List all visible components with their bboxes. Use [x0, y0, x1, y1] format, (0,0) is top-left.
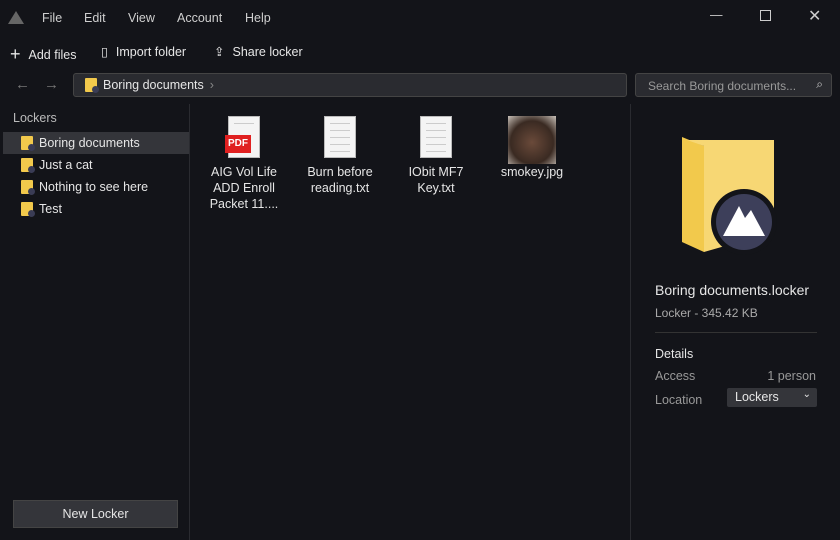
sidebar: Lockers Boring documents Just a cat Noth… — [0, 104, 190, 540]
search-icon: ⌕ — [816, 77, 823, 91]
share-icon: ⇪ — [214, 45, 225, 59]
pdf-file-icon: PDF — [225, 116, 260, 158]
search-input[interactable]: Search Boring documents... ⌕ — [635, 73, 832, 97]
folder-icon — [85, 78, 99, 93]
search-placeholder: Search Boring documents... — [648, 79, 797, 93]
file-name: AIG Vol Life ADD Enroll Packet 11.... — [209, 165, 279, 211]
locker-icon — [21, 158, 35, 173]
details-panel: Boring documents.locker Locker - 345.42 … — [630, 104, 840, 540]
file-item[interactable]: PDF AIG Vol Life ADD Enroll Packet 11.... — [199, 116, 289, 212]
locker-icon — [21, 136, 35, 151]
file-name: IObit MF7 Key.txt — [408, 165, 464, 195]
chevron-down-icon: ⌄ — [802, 389, 811, 400]
maximize-button[interactable] — [760, 10, 771, 21]
sidebar-item-label: Just a cat — [39, 158, 93, 172]
forward-button[interactable]: → — [44, 76, 59, 93]
share-locker-button[interactable]: ⇪ Share locker — [214, 44, 303, 60]
app-logo-icon — [8, 11, 24, 24]
sidebar-item-nothing-to-see-here[interactable]: Nothing to see here — [3, 176, 189, 198]
access-value: 1 person — [767, 369, 816, 383]
sidebar-item-label: Nothing to see here — [39, 180, 149, 194]
location-select[interactable]: Lockers ⌄ — [727, 388, 817, 407]
file-item[interactable]: smokey.jpg — [487, 116, 577, 180]
sidebar-item-boring-documents[interactable]: Boring documents — [3, 132, 189, 154]
details-heading: Details — [655, 347, 694, 361]
locker-large-icon — [682, 137, 777, 255]
text-file-icon — [324, 116, 356, 158]
menu-edit[interactable]: Edit — [84, 11, 106, 25]
location-label: Location — [655, 393, 703, 407]
import-folder-label: Import folder — [115, 44, 187, 59]
new-locker-button[interactable]: New Locker — [13, 500, 178, 528]
share-locker-label: Share locker — [232, 44, 303, 59]
pdf-badge: PDF — [225, 135, 251, 153]
close-button[interactable]: ✕ — [808, 6, 821, 26]
breadcrumb-item[interactable]: Boring documents — [103, 78, 204, 92]
add-files-label: Add files — [28, 47, 77, 62]
sidebar-item-just-a-cat[interactable]: Just a cat — [3, 154, 189, 176]
access-label: Access — [655, 369, 696, 383]
sidebar-item-test[interactable]: Test — [3, 198, 189, 220]
file-name: Burn before reading.txt — [307, 165, 373, 195]
menu-account[interactable]: Account — [177, 11, 222, 25]
file-item[interactable]: Burn before reading.txt — [295, 116, 385, 196]
locker-icon — [21, 180, 35, 195]
file-name: smokey.jpg — [500, 165, 564, 179]
minimize-button[interactable]: — — [710, 8, 723, 22]
menu-help[interactable]: Help — [245, 11, 271, 25]
plus-icon: + — [10, 44, 21, 64]
menu-view[interactable]: View — [128, 11, 155, 25]
image-thumbnail — [508, 116, 556, 164]
sidebar-title: Lockers — [13, 111, 57, 125]
divider — [655, 332, 817, 333]
back-button[interactable]: ← — [15, 76, 30, 93]
chevron-right-icon: › — [209, 78, 214, 92]
add-files-button[interactable]: + Add files — [10, 44, 76, 65]
sidebar-item-label: Boring documents — [39, 136, 140, 150]
import-folder-button[interactable]: ▯ Import folder — [101, 44, 187, 60]
sidebar-item-label: Test — [39, 202, 62, 216]
locker-name: Boring documents.locker — [655, 282, 810, 298]
import-icon: ▯ — [101, 45, 108, 59]
breadcrumb[interactable]: Boring documents › — [73, 73, 627, 97]
text-file-icon — [420, 116, 452, 158]
file-item[interactable]: IObit MF7 Key.txt — [391, 116, 481, 196]
locker-meta: Locker - 345.42 KB — [655, 306, 758, 320]
menu-file[interactable]: File — [42, 11, 62, 25]
location-value: Lockers — [735, 390, 779, 404]
locker-icon — [21, 202, 35, 217]
